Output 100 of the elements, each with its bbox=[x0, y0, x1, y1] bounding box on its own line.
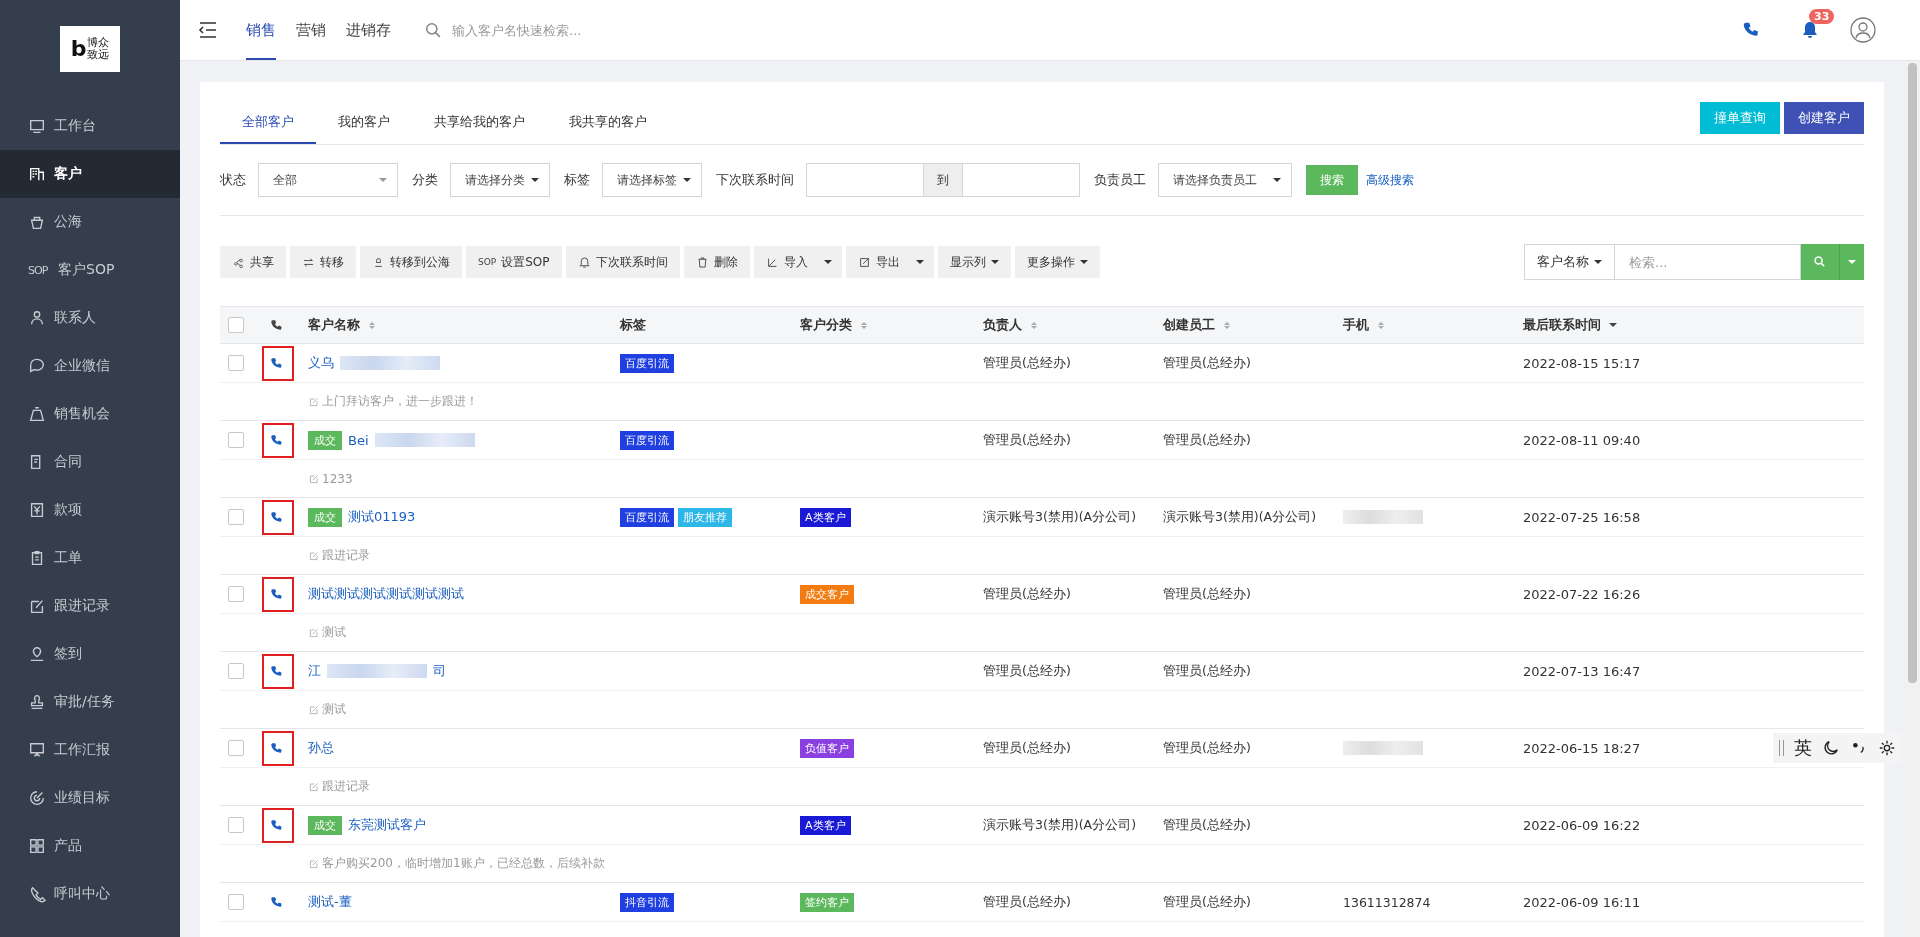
status-select[interactable]: 全部 bbox=[258, 163, 398, 197]
nav-tab[interactable]: 营销 bbox=[296, 0, 326, 60]
sort-icon[interactable] bbox=[1609, 323, 1617, 327]
checkbox[interactable] bbox=[228, 509, 244, 525]
table-cell: 管理员(总经办) bbox=[1163, 662, 1251, 680]
edit-icon bbox=[308, 395, 320, 408]
checkbox[interactable] bbox=[228, 586, 244, 602]
sidebar-item[interactable]: 联系人 bbox=[0, 294, 180, 342]
customer-name[interactable]: 测试测试测试测试测试测试 bbox=[308, 585, 464, 603]
sidebar-item[interactable]: 审批/任务 bbox=[0, 678, 180, 726]
column-header[interactable]: 负责人 bbox=[983, 316, 1022, 334]
phone-icon[interactable] bbox=[270, 818, 283, 832]
sidebar-item[interactable]: 跟进记录 bbox=[0, 582, 180, 630]
table-search-field[interactable]: 检索... bbox=[1615, 244, 1801, 280]
toolbar-button[interactable]: 导入 bbox=[753, 246, 816, 278]
toolbar-button[interactable]: 共享 bbox=[220, 246, 286, 278]
column-header[interactable]: 最后联系时间 bbox=[1523, 316, 1601, 334]
avatar-icon[interactable] bbox=[1850, 17, 1876, 43]
customer-tab[interactable]: 共享给我的客户 bbox=[412, 102, 547, 144]
menu-icon[interactable] bbox=[198, 20, 218, 40]
edit-icon bbox=[308, 857, 320, 870]
dropdown-toggle[interactable] bbox=[1839, 244, 1864, 280]
nav-tab[interactable]: 进销存 bbox=[346, 0, 391, 60]
sidebar-item[interactable]: 呼叫中心 bbox=[0, 870, 180, 918]
customer-name[interactable]: 江 bbox=[308, 662, 321, 680]
sidebar-item[interactable]: 工单 bbox=[0, 534, 180, 582]
ime-mode[interactable]: 英 bbox=[1794, 736, 1812, 760]
scrollbar[interactable] bbox=[1905, 61, 1920, 937]
checkbox[interactable] bbox=[228, 894, 244, 910]
customer-name[interactable]: 司 bbox=[433, 662, 446, 680]
sidebar-item[interactable]: 业绩目标 bbox=[0, 774, 180, 822]
filter-label: 负责员工 bbox=[1094, 171, 1146, 189]
checkbox[interactable] bbox=[228, 817, 244, 833]
table-cell: 管理员(总经办) bbox=[1163, 816, 1251, 834]
advanced-search-link[interactable]: 高级搜索 bbox=[1366, 171, 1414, 189]
nav-tab[interactable]: 销售 bbox=[246, 0, 276, 60]
customer-name[interactable]: 东莞测试客户 bbox=[348, 816, 426, 834]
column-header[interactable]: 客户分类 bbox=[800, 316, 852, 334]
phone-icon[interactable] bbox=[270, 587, 283, 601]
customer-tab[interactable]: 全部客户 bbox=[220, 102, 316, 144]
bell-icon[interactable] bbox=[1800, 20, 1820, 40]
column-header[interactable]: 创建员工 bbox=[1163, 316, 1215, 334]
category-select[interactable]: 请选择分类 bbox=[450, 163, 550, 197]
table-cell: 管理员(总经办) bbox=[1163, 431, 1251, 449]
table-cell: 管理员(总经办) bbox=[983, 431, 1071, 449]
sidebar-item[interactable]: 公海 bbox=[0, 198, 180, 246]
sidebar-item[interactable]: 工作台 bbox=[0, 102, 180, 150]
search-button[interactable] bbox=[1801, 244, 1839, 280]
dropdown-toggle[interactable] bbox=[907, 246, 934, 278]
checkbox[interactable] bbox=[228, 432, 244, 448]
table-cell: 2022-06-09 16:11 bbox=[1523, 894, 1641, 910]
column-header[interactable]: 标签 bbox=[620, 316, 646, 334]
phone-icon[interactable] bbox=[270, 664, 283, 678]
customer-name[interactable]: 义乌 bbox=[308, 354, 334, 372]
table-cell: 2022-06-15 18:27 bbox=[1523, 740, 1641, 756]
phone-icon[interactable] bbox=[270, 433, 283, 447]
checkbox[interactable] bbox=[228, 317, 244, 333]
phone-icon[interactable] bbox=[270, 510, 283, 524]
scrollbar-thumb[interactable] bbox=[1908, 63, 1917, 683]
checkbox[interactable] bbox=[228, 355, 244, 371]
phone-icon[interactable] bbox=[270, 741, 283, 755]
sidebar-item[interactable]: SOP 客户SOP bbox=[0, 246, 180, 294]
sidebar-item[interactable]: 款项 bbox=[0, 486, 180, 534]
phone-icon[interactable] bbox=[270, 895, 283, 909]
tag-select[interactable]: 请选择标签 bbox=[602, 163, 702, 197]
customer-name[interactable]: 测试01193 bbox=[348, 508, 416, 526]
customer-tab[interactable]: 我的客户 bbox=[316, 102, 412, 144]
customer-name[interactable]: Bei bbox=[348, 432, 369, 448]
sidebar-item[interactable]: 签到 bbox=[0, 630, 180, 678]
header-button[interactable]: 创建客户 bbox=[1784, 102, 1864, 134]
phone-icon[interactable] bbox=[270, 356, 283, 370]
owner-select[interactable]: 请选择负责员工 bbox=[1158, 163, 1292, 197]
sidebar-item[interactable]: 产品 bbox=[0, 822, 180, 870]
sidebar-item[interactable]: 工作汇报 bbox=[0, 726, 180, 774]
sidebar-item[interactable]: 销售机会 bbox=[0, 390, 180, 438]
toolbar-button[interactable]: 更多操作 bbox=[1014, 246, 1100, 278]
column-header[interactable]: 客户名称 bbox=[308, 316, 360, 334]
toolbar-button[interactable]: 下次联系时间 bbox=[565, 246, 680, 278]
checkbox[interactable] bbox=[228, 740, 244, 756]
customer-name[interactable]: 测试-董 bbox=[308, 893, 352, 911]
customer-name[interactable]: 孙总 bbox=[308, 739, 334, 757]
toolbar-button[interactable]: 转移到公海 bbox=[360, 246, 462, 278]
sidebar-item[interactable]: 客户 bbox=[0, 150, 180, 198]
column-header[interactable]: 手机 bbox=[1343, 316, 1369, 334]
category-tag: 成交客户 bbox=[800, 584, 854, 604]
toolbar-icon bbox=[577, 255, 591, 269]
follow-up-note: 跟进记录 bbox=[322, 547, 370, 564]
phone-icon[interactable] bbox=[1742, 21, 1760, 39]
toolbar-button[interactable]: 导出 bbox=[845, 246, 908, 278]
checkbox[interactable] bbox=[228, 663, 244, 679]
toolbar-button[interactable]: 显示列 bbox=[937, 246, 1011, 278]
moon-icon[interactable] bbox=[1822, 739, 1840, 757]
toolbar-button[interactable]: SOP 设置SOP bbox=[466, 246, 562, 278]
customer-tab[interactable]: 我共享的客户 bbox=[547, 102, 669, 144]
toolbar-button[interactable]: 转移 bbox=[290, 246, 356, 278]
tag: 百度引流 bbox=[620, 507, 674, 527]
sidebar-item[interactable]: 企业微信 bbox=[0, 342, 180, 390]
dropdown-toggle[interactable] bbox=[815, 246, 842, 278]
toolbar-button[interactable]: 删除 bbox=[683, 246, 750, 278]
sidebar-item[interactable]: 合同 bbox=[0, 438, 180, 486]
